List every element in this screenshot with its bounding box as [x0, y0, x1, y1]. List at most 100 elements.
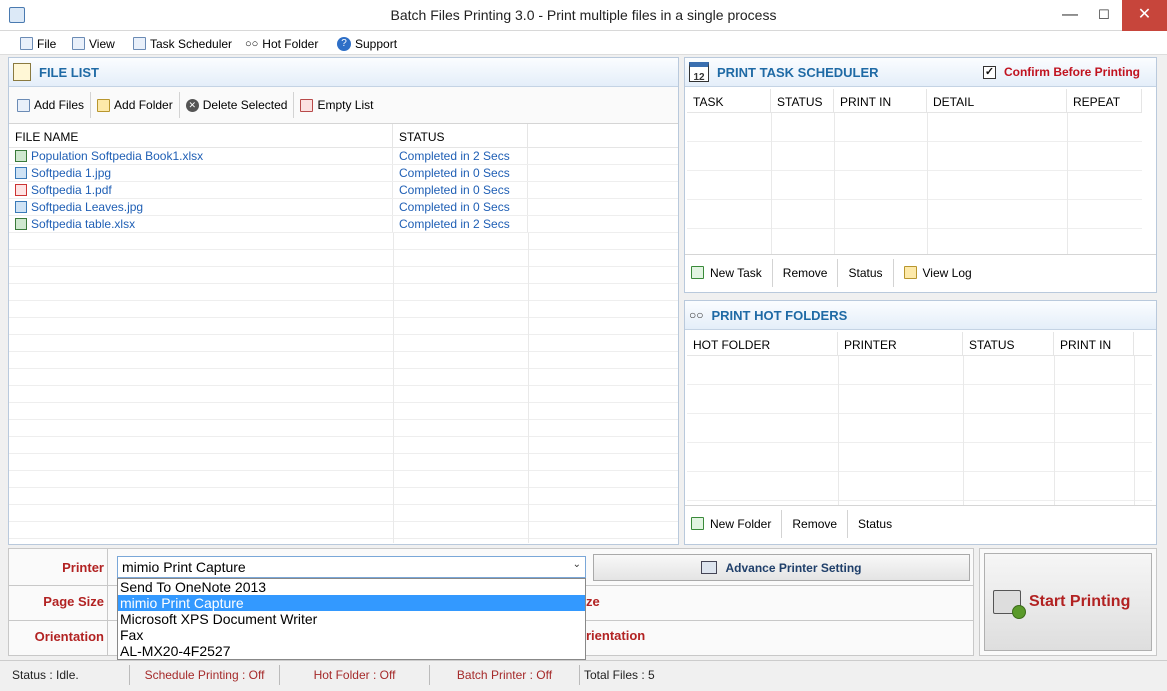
printer-icon — [701, 561, 718, 574]
batch-printer-status: Batch Printer : Off — [430, 665, 580, 685]
add-folder-icon — [97, 98, 111, 112]
menu-file[interactable]: File — [20, 35, 56, 52]
title-bar: Batch Files Printing 3.0 - Print multipl… — [0, 0, 1167, 31]
printer-dropdown-list: Send To OneNote 2013 mimio Print Capture… — [117, 578, 586, 660]
add-files-button[interactable]: Add Files — [9, 92, 92, 118]
add-file-icon — [17, 98, 30, 112]
glasses-icon: ○○ — [245, 37, 259, 50]
hot-folders-columns: HOT FOLDER PRINTER STATUS PRINT IN — [687, 332, 1152, 356]
column-status[interactable]: STATUS — [771, 89, 834, 112]
xlsx-icon — [15, 218, 27, 230]
delete-icon: ✕ — [185, 98, 199, 112]
xlsx-icon — [15, 150, 27, 162]
printer-option-selected[interactable]: mimio Print Capture — [118, 595, 585, 611]
new-task-button[interactable]: New Task — [685, 258, 773, 287]
file-status: Completed in 2 Secs — [393, 148, 528, 164]
start-printing-label: Start Printing — [1029, 593, 1131, 610]
empty-list-button[interactable]: Empty List — [294, 92, 379, 118]
column-spacer — [528, 124, 678, 147]
notepad-icon — [13, 63, 31, 81]
schedule-printing-status: Schedule Printing : Off — [130, 665, 280, 685]
printer-option[interactable]: Send To OneNote 2013 — [118, 579, 585, 595]
confirm-label[interactable]: Confirm Before Printing — [1004, 65, 1140, 79]
column-file-name[interactable]: FILE NAME — [9, 124, 393, 147]
total-files-status: Total Files : 5 — [584, 668, 655, 682]
page-size-label: Page Size — [43, 594, 104, 609]
file-list-header: FILE LIST — [9, 58, 678, 87]
menu-label: Task Scheduler — [150, 36, 233, 51]
table-row[interactable]: Population Softpedia Book1.xlsx Completed… — [9, 148, 678, 165]
scheduler-panel: 12 PRINT TASK SCHEDULER ✓ Confirm Before… — [684, 57, 1157, 293]
scheduler-columns: TASK STATUS PRINT IN DETAIL REPEAT — [687, 89, 1142, 113]
log-icon — [903, 266, 917, 279]
maximize-button[interactable]: ☐ — [1087, 0, 1121, 31]
column-print-in[interactable]: PRINT IN — [1054, 332, 1134, 355]
new-task-label: New Task — [710, 265, 762, 280]
column-printer[interactable]: PRINTER — [838, 332, 963, 355]
confirm-checkbox[interactable]: ✓ — [982, 65, 996, 79]
menu-task-scheduler[interactable]: Task Scheduler — [133, 35, 232, 52]
status-text: Status : Idle. — [0, 665, 130, 685]
jpg-icon — [15, 201, 27, 213]
file-list-panel: FILE LIST Add Files Add Folder ✕ Delete S… — [8, 57, 679, 545]
glasses-icon: ○○ — [689, 308, 704, 322]
view-log-label: View Log — [922, 265, 972, 280]
printer-select[interactable]: mimio Print Capture ⌄ — [117, 556, 586, 578]
hot-folders-panel: ○○ PRINT HOT FOLDERS HOT FOLDER PRINTER … — [684, 300, 1157, 545]
empty-list-icon — [300, 98, 314, 112]
table-row[interactable]: Softpedia Leaves.jpg Completed in 0 Secs — [9, 199, 678, 216]
minimize-button[interactable]: — — [1053, 0, 1087, 31]
menu-bar: File View Task Scheduler ○○ Hot Folder ? S… — [0, 31, 1167, 55]
advance-printer-setting-button[interactable]: Advance Printer Setting — [593, 554, 970, 581]
scheduler-toolbar: New Task Remove Status View Log — [685, 254, 1156, 290]
column-status[interactable]: STATUS — [393, 124, 528, 147]
delete-selected-button[interactable]: ✕ Delete Selected — [180, 92, 295, 118]
printer-selected-value: mimio Print Capture — [122, 559, 246, 575]
column-print-in[interactable]: PRINT IN — [834, 89, 927, 112]
hot-folders-title: PRINT HOT FOLDERS — [711, 307, 848, 323]
new-folder-label: New Folder — [710, 516, 772, 531]
printer-option[interactable]: Fax — [118, 627, 585, 643]
menu-hot-folder[interactable]: ○○ Hot Folder — [245, 35, 318, 52]
file-name: Softpedia 1.jpg — [31, 166, 112, 180]
file-list-title: FILE LIST — [39, 64, 99, 80]
column-task[interactable]: TASK — [687, 89, 771, 112]
add-folder-button[interactable]: Add Folder — [91, 92, 180, 118]
column-status[interactable]: STATUS — [963, 332, 1054, 355]
printer-option[interactable]: Microsoft XPS Document Writer — [118, 611, 585, 627]
size-label-tail: ze — [586, 594, 600, 609]
remove-folder-button[interactable]: Remove — [782, 509, 849, 538]
scheduler-title: PRINT TASK SCHEDULER — [717, 64, 879, 80]
folder-status-button[interactable]: Status — [848, 510, 902, 538]
menu-label: Hot Folder — [262, 36, 319, 51]
add-files-label: Add Files — [34, 98, 85, 112]
menu-label: File — [37, 36, 57, 51]
chevron-down-icon[interactable]: ⌄ — [573, 559, 581, 570]
new-folder-button[interactable]: New Folder — [685, 509, 783, 538]
view-log-button[interactable]: View Log — [894, 259, 982, 287]
delete-selected-label: Delete Selected — [202, 98, 288, 112]
menu-view[interactable]: View — [72, 35, 115, 52]
file-icon — [20, 37, 33, 50]
table-row[interactable]: Softpedia 1.pdf Completed in 0 Secs — [9, 182, 678, 199]
hot-folders-header: ○○ PRINT HOT FOLDERS — [685, 301, 1156, 330]
window-title: Batch Files Printing 3.0 - Print multipl… — [390, 7, 777, 23]
column-detail[interactable]: DETAIL — [927, 89, 1067, 112]
menu-support[interactable]: ? Support — [337, 35, 397, 52]
printer-option[interactable]: AL-MX20-4F2527 — [118, 643, 585, 659]
column-repeat[interactable]: REPEAT — [1067, 89, 1142, 112]
empty-list-label: Empty List — [317, 98, 374, 112]
table-row[interactable]: Softpedia table.xlsx Completed in 2 Secs — [9, 216, 678, 233]
start-printing-frame: Start Printing — [979, 548, 1157, 656]
table-row[interactable]: Softpedia 1.jpg Completed in 0 Secs — [9, 165, 678, 182]
help-icon: ? — [337, 36, 351, 51]
remove-task-button[interactable]: Remove — [773, 258, 839, 287]
file-list-columns: FILE NAME STATUS — [9, 124, 678, 148]
start-printing-button[interactable]: Start Printing — [984, 553, 1152, 651]
calendar-icon: 12 — [689, 62, 709, 83]
column-hot-folder[interactable]: HOT FOLDER — [687, 332, 838, 355]
close-button[interactable]: ✕ — [1122, 0, 1167, 31]
file-name: Softpedia 1.pdf — [31, 183, 112, 197]
task-status-button[interactable]: Status — [838, 258, 894, 287]
file-status: Completed in 0 Secs — [393, 199, 528, 215]
